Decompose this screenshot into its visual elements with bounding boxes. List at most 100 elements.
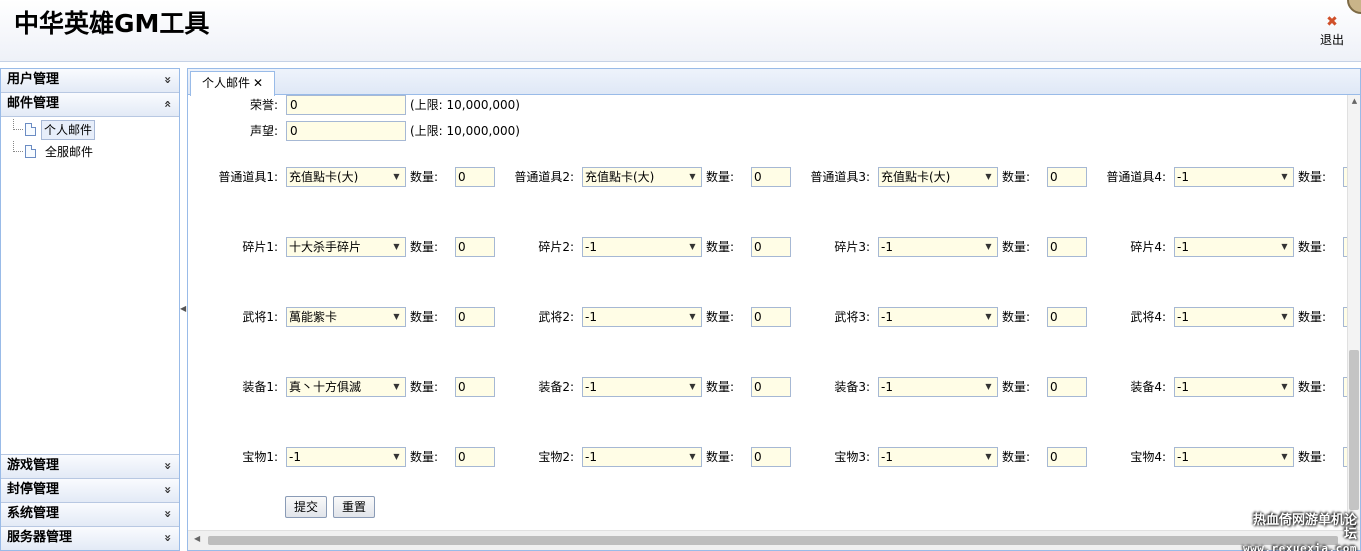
item-select[interactable]: -1 ▼: [582, 377, 702, 397]
tree-item-label: 个人邮件: [41, 120, 96, 140]
item-select[interactable]: -1 ▼: [582, 447, 702, 467]
document-icon: [25, 123, 36, 136]
item-select[interactable]: -1 ▼: [878, 377, 998, 397]
item-slot-label: 装备2:: [538, 380, 574, 394]
watermark-url: www.rexuexia.com: [1243, 542, 1357, 551]
chevron-down-icon: »: [161, 534, 176, 542]
accordion-system-management[interactable]: 系统管理 »: [1, 502, 179, 526]
dropdown-arrow-icon[interactable]: ▼: [1276, 448, 1293, 466]
item-select[interactable]: -1 ▼: [1174, 447, 1294, 467]
quantity-label: 数量:: [1002, 170, 1031, 184]
dropdown-arrow-icon[interactable]: ▼: [388, 238, 405, 256]
item-select[interactable]: -1 ▼: [878, 237, 998, 257]
reset-button[interactable]: 重置: [333, 496, 375, 518]
item-slot-label: 碎片4:: [1130, 240, 1166, 254]
accordion-label: 系统管理: [7, 506, 60, 521]
item-select[interactable]: 十大杀手碎片 ▼: [286, 237, 406, 257]
submit-button[interactable]: 提交: [285, 496, 327, 518]
item-select[interactable]: 充值點卡(大) ▼: [878, 167, 998, 187]
item-slot-label: 普通道具4:: [1106, 170, 1166, 184]
dropdown-arrow-icon[interactable]: ▼: [684, 168, 701, 186]
tab-panel: 个人邮件 ✕ 荣誉: 0 (上限: 10,000,000) 声望: 0 (上限:…: [187, 68, 1361, 551]
dropdown-arrow-icon[interactable]: ▼: [980, 168, 997, 186]
item-slot-label: 武将3:: [834, 310, 870, 324]
item-select-value: -1: [585, 310, 597, 324]
dropdown-arrow-icon[interactable]: ▼: [388, 168, 405, 186]
item-select[interactable]: -1 ▼: [582, 307, 702, 327]
item-select[interactable]: 萬能紫卡 ▼: [286, 307, 406, 327]
item-select[interactable]: -1 ▼: [1174, 167, 1294, 187]
quantity-label: 数量:: [706, 240, 735, 254]
item-select-value: -1: [585, 450, 597, 464]
item-select[interactable]: -1 ▼: [582, 237, 702, 257]
quantity-label: 数量:: [410, 310, 439, 324]
horizontal-scrollbar[interactable]: ◀: [188, 530, 1360, 550]
dropdown-arrow-icon[interactable]: ▼: [1276, 308, 1293, 326]
item-select-value: -1: [881, 310, 893, 324]
quantity-label: 数量:: [706, 310, 735, 324]
item-slot-label: 宝物2:: [538, 450, 574, 464]
item-slot-label: 宝物1:: [242, 450, 278, 464]
item-select[interactable]: -1 ▼: [1174, 307, 1294, 327]
scroll-left-icon[interactable]: ◀: [194, 534, 200, 543]
tree-item-server-mail[interactable]: 全服邮件: [1, 141, 179, 163]
item-select[interactable]: -1 ▼: [878, 447, 998, 467]
tab-close-icon[interactable]: ✕: [253, 72, 263, 94]
quantity-label: 数量:: [1298, 310, 1327, 324]
accordion-user-management[interactable]: 用户管理 »: [1, 69, 179, 93]
item-select[interactable]: -1 ▼: [878, 307, 998, 327]
accordion-ban-management[interactable]: 封停管理 »: [1, 478, 179, 502]
logout-button[interactable]: ✖ 退出: [1317, 14, 1347, 48]
item-select[interactable]: 充值點卡(大) ▼: [582, 167, 702, 187]
dropdown-arrow-icon[interactable]: ▼: [388, 378, 405, 396]
tab-personal-mail[interactable]: 个人邮件 ✕: [190, 71, 275, 96]
item-select[interactable]: -1 ▼: [286, 447, 406, 467]
item-select[interactable]: -1 ▼: [1174, 377, 1294, 397]
accordion-server-management[interactable]: 服务器管理 »: [1, 526, 179, 550]
sidebar-collapse-handle[interactable]: ◀: [180, 290, 186, 330]
accordion-bottom-group: 游戏管理 » 封停管理 » 系统管理 » 服务器管理 »: [1, 454, 179, 550]
dropdown-arrow-icon[interactable]: ▼: [980, 448, 997, 466]
item-select[interactable]: 充值點卡(大) ▼: [286, 167, 406, 187]
item-slot-label: 碎片3:: [834, 240, 870, 254]
honor-input[interactable]: 0: [286, 95, 406, 115]
item-slot-label: 碎片2:: [538, 240, 574, 254]
item-select-value: -1: [1177, 240, 1189, 254]
item-slot-label: 装备1:: [242, 380, 278, 394]
dropdown-arrow-icon[interactable]: ▼: [1276, 238, 1293, 256]
vertical-scrollbar[interactable]: ▲ ▼: [1347, 95, 1360, 532]
close-icon: ✖: [1326, 14, 1338, 30]
dropdown-arrow-icon[interactable]: ▼: [388, 308, 405, 326]
mail-tree: 个人邮件 全服邮件: [1, 117, 179, 456]
quantity-label: 数量:: [1298, 240, 1327, 254]
scroll-thumb[interactable]: [1349, 350, 1359, 510]
item-select[interactable]: -1 ▼: [1174, 237, 1294, 257]
quantity-label: 数量:: [1298, 170, 1327, 184]
dropdown-arrow-icon[interactable]: ▼: [1276, 378, 1293, 396]
logout-label: 退出: [1319, 33, 1344, 47]
item-select-value: 充值點卡(大): [881, 170, 951, 184]
item-slot-label: 武将4:: [1130, 310, 1166, 324]
prestige-input[interactable]: 0: [286, 121, 406, 141]
scroll-thumb[interactable]: [208, 536, 1338, 545]
dropdown-arrow-icon[interactable]: ▼: [684, 448, 701, 466]
tree-item-label: 全服邮件: [45, 145, 94, 159]
tree-item-personal-mail[interactable]: 个人邮件: [1, 119, 179, 141]
item-select[interactable]: 真丶十方俱滅 ▼: [286, 377, 406, 397]
item-select-value: -1: [585, 380, 597, 394]
dropdown-arrow-icon[interactable]: ▼: [980, 308, 997, 326]
dropdown-arrow-icon[interactable]: ▼: [388, 448, 405, 466]
scroll-up-icon[interactable]: ▲: [1348, 95, 1361, 107]
dropdown-arrow-icon[interactable]: ▼: [980, 378, 997, 396]
item-select-value: 萬能紫卡: [289, 310, 338, 324]
dropdown-arrow-icon[interactable]: ▼: [980, 238, 997, 256]
dropdown-arrow-icon[interactable]: ▼: [684, 308, 701, 326]
dropdown-arrow-icon[interactable]: ▼: [1276, 168, 1293, 186]
dropdown-arrow-icon[interactable]: ▼: [684, 378, 701, 396]
accordion-mail-management[interactable]: 邮件管理 «: [1, 93, 179, 117]
accordion-label: 游戏管理: [7, 458, 60, 473]
item-slot-label: 普通道具1:: [218, 170, 278, 184]
accordion-game-management[interactable]: 游戏管理 »: [1, 454, 179, 478]
item-select-value: 真丶十方俱滅: [289, 380, 362, 394]
dropdown-arrow-icon[interactable]: ▼: [684, 238, 701, 256]
